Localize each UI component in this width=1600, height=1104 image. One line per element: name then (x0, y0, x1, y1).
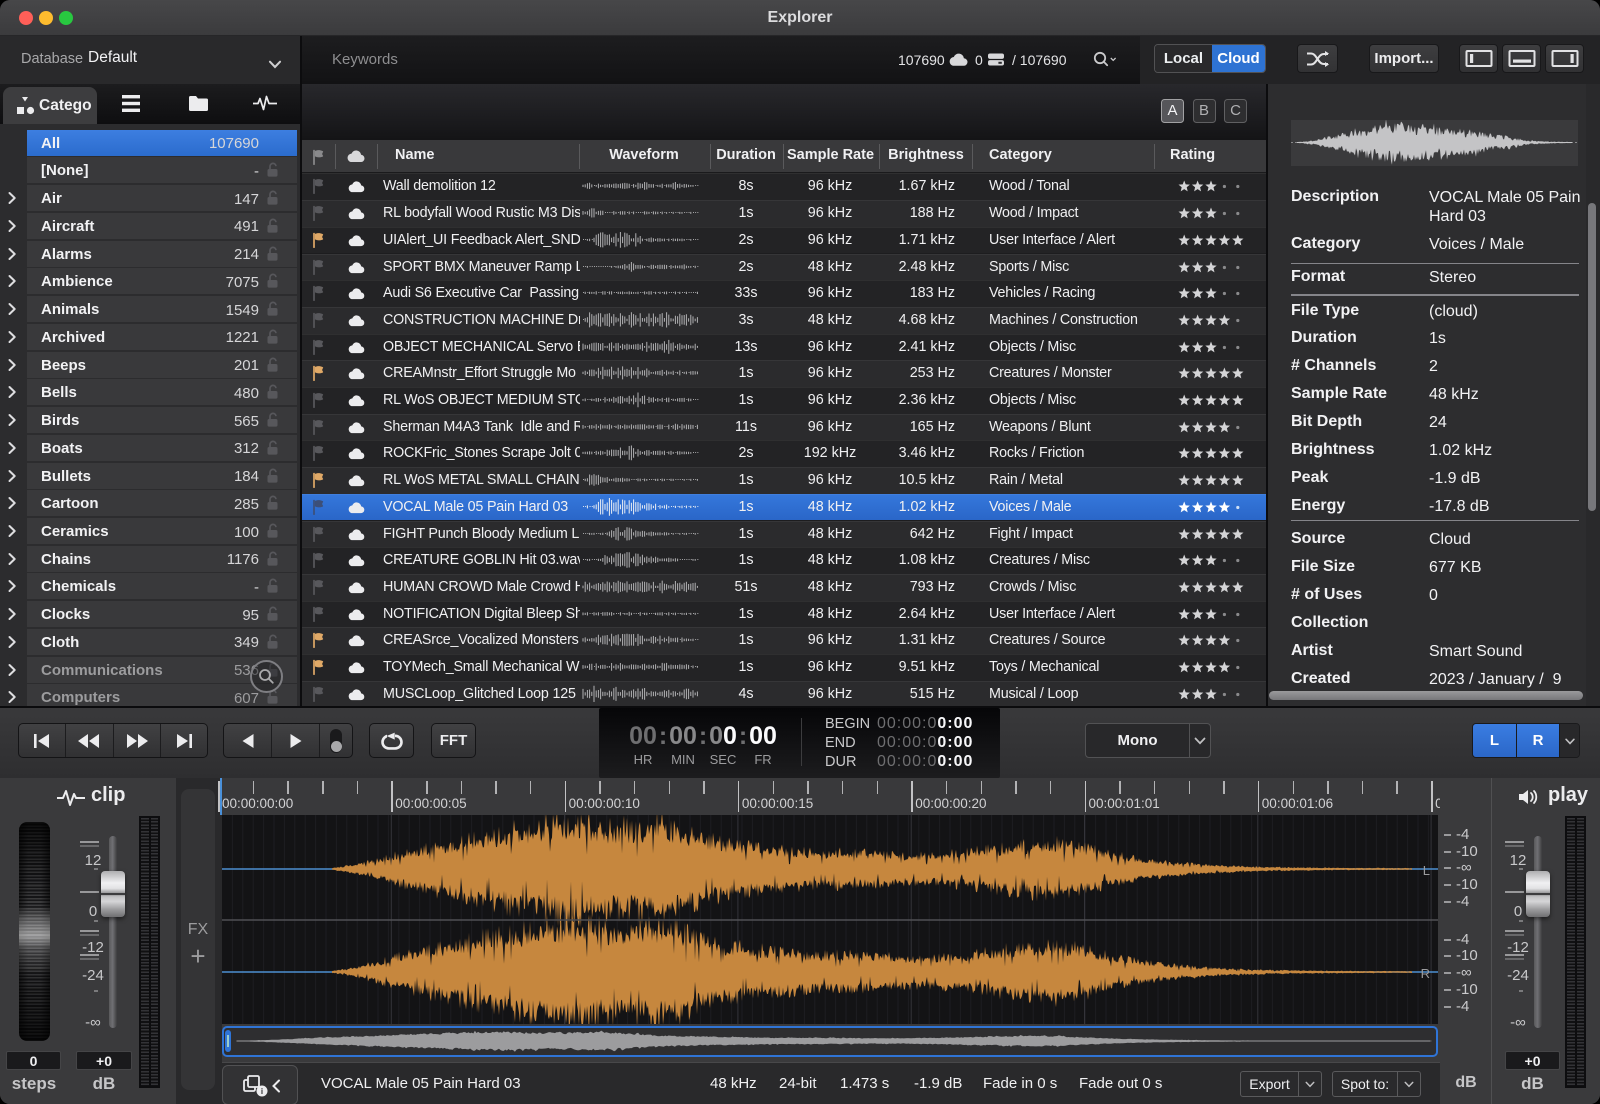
svg-text:i: i (261, 1087, 263, 1096)
